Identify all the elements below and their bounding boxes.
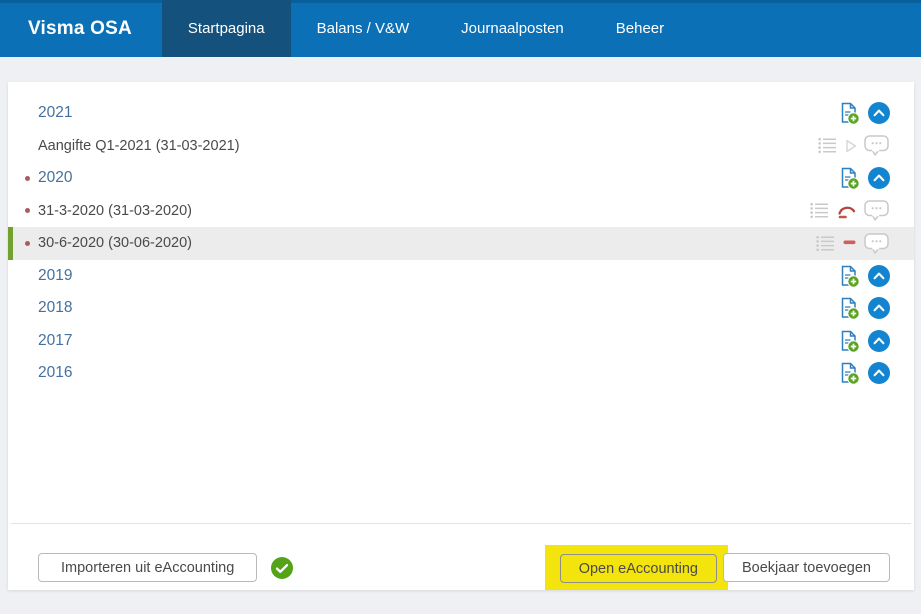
add-document-icon[interactable] bbox=[837, 166, 861, 191]
collapse-chevron-icon[interactable] bbox=[868, 102, 890, 125]
collapse-chevron-icon[interactable] bbox=[868, 297, 890, 320]
status-bullet bbox=[25, 208, 30, 214]
import-eaccounting-button[interactable]: Importeren uit eAccounting bbox=[38, 553, 258, 582]
status-bullet bbox=[25, 240, 30, 246]
year-row-2021: 2021 bbox=[8, 97, 914, 130]
add-fiscal-year-button[interactable]: Boekjaar toevoegen bbox=[723, 553, 890, 582]
action-bar: Importeren uit eAccounting Open eAccount… bbox=[8, 524, 914, 590]
year-link-2017[interactable]: 2017 bbox=[38, 332, 72, 350]
tab-journaalposten[interactable]: Journaalposten bbox=[435, 0, 590, 57]
entry-row-aangifte-q1-2021: Aangifte Q1-2021 (31-03-2021) bbox=[8, 130, 914, 163]
entry-row-31-3-2020: 31-3-2020 (31-03-2020) bbox=[8, 195, 914, 228]
details-list-icon[interactable] bbox=[818, 137, 838, 155]
tab-balans-vw[interactable]: Balans / V&W bbox=[291, 0, 436, 57]
comments-bubble-icon[interactable] bbox=[864, 135, 890, 156]
success-check-icon bbox=[270, 555, 295, 580]
content-panel: 2021 Aangifte Q1-2021 (31-03-2021) 2020 bbox=[8, 82, 914, 590]
fiscal-year-list: 2021 Aangifte Q1-2021 (31-03-2021) 2020 bbox=[8, 82, 914, 390]
year-row-2017: 2017 bbox=[8, 325, 914, 358]
year-row-2019: 2019 bbox=[8, 260, 914, 293]
add-document-icon[interactable] bbox=[837, 329, 861, 353]
comments-bubble-icon[interactable] bbox=[864, 233, 890, 254]
add-document-icon[interactable] bbox=[837, 264, 861, 288]
tab-beheer[interactable]: Beheer bbox=[590, 0, 690, 57]
year-link-2020[interactable]: 2020 bbox=[38, 169, 72, 187]
year-row-2016: 2016 bbox=[8, 357, 914, 390]
entry-label: 31-3-2020 (31-03-2020) bbox=[38, 202, 192, 219]
top-nav: Visma OSA Startpagina Balans / V&W Journ… bbox=[0, 0, 921, 57]
collapse-chevron-icon[interactable] bbox=[868, 362, 890, 385]
play-icon[interactable] bbox=[845, 139, 857, 153]
tab-startpagina[interactable]: Startpagina bbox=[161, 0, 291, 57]
main-tabs: Startpagina Balans / V&W Journaalposten … bbox=[161, 0, 690, 57]
add-document-icon[interactable] bbox=[837, 361, 861, 386]
collapse-chevron-icon[interactable] bbox=[868, 167, 890, 190]
year-link-2016[interactable]: 2016 bbox=[38, 364, 72, 382]
year-link-2019[interactable]: 2019 bbox=[38, 267, 72, 285]
status-bullet bbox=[25, 175, 30, 181]
highlight-annotation: Open eAccounting bbox=[544, 545, 728, 590]
year-link-2021[interactable]: 2021 bbox=[38, 104, 72, 122]
add-document-icon[interactable] bbox=[837, 101, 861, 126]
collapse-chevron-icon[interactable] bbox=[868, 264, 890, 287]
entry-label: 30-6-2020 (30-06-2020) bbox=[38, 235, 192, 252]
collapse-chevron-icon[interactable] bbox=[868, 329, 890, 352]
year-row-2020: 2020 bbox=[8, 162, 914, 195]
comments-bubble-icon[interactable] bbox=[864, 200, 890, 221]
red-minus-icon[interactable] bbox=[843, 240, 857, 246]
details-list-icon[interactable] bbox=[816, 234, 836, 252]
add-document-icon[interactable] bbox=[837, 296, 861, 321]
red-arc-icon[interactable] bbox=[837, 203, 857, 219]
year-row-2018: 2018 bbox=[8, 292, 914, 325]
open-eaccounting-button[interactable]: Open eAccounting bbox=[559, 554, 717, 583]
details-list-icon[interactable] bbox=[810, 202, 830, 220]
year-link-2018[interactable]: 2018 bbox=[38, 299, 72, 317]
entry-row-30-6-2020[interactable]: 30-6-2020 (30-06-2020) bbox=[8, 227, 914, 260]
app-logo: Visma OSA bbox=[28, 17, 132, 39]
entry-label: Aangifte Q1-2021 (31-03-2021) bbox=[38, 137, 240, 154]
